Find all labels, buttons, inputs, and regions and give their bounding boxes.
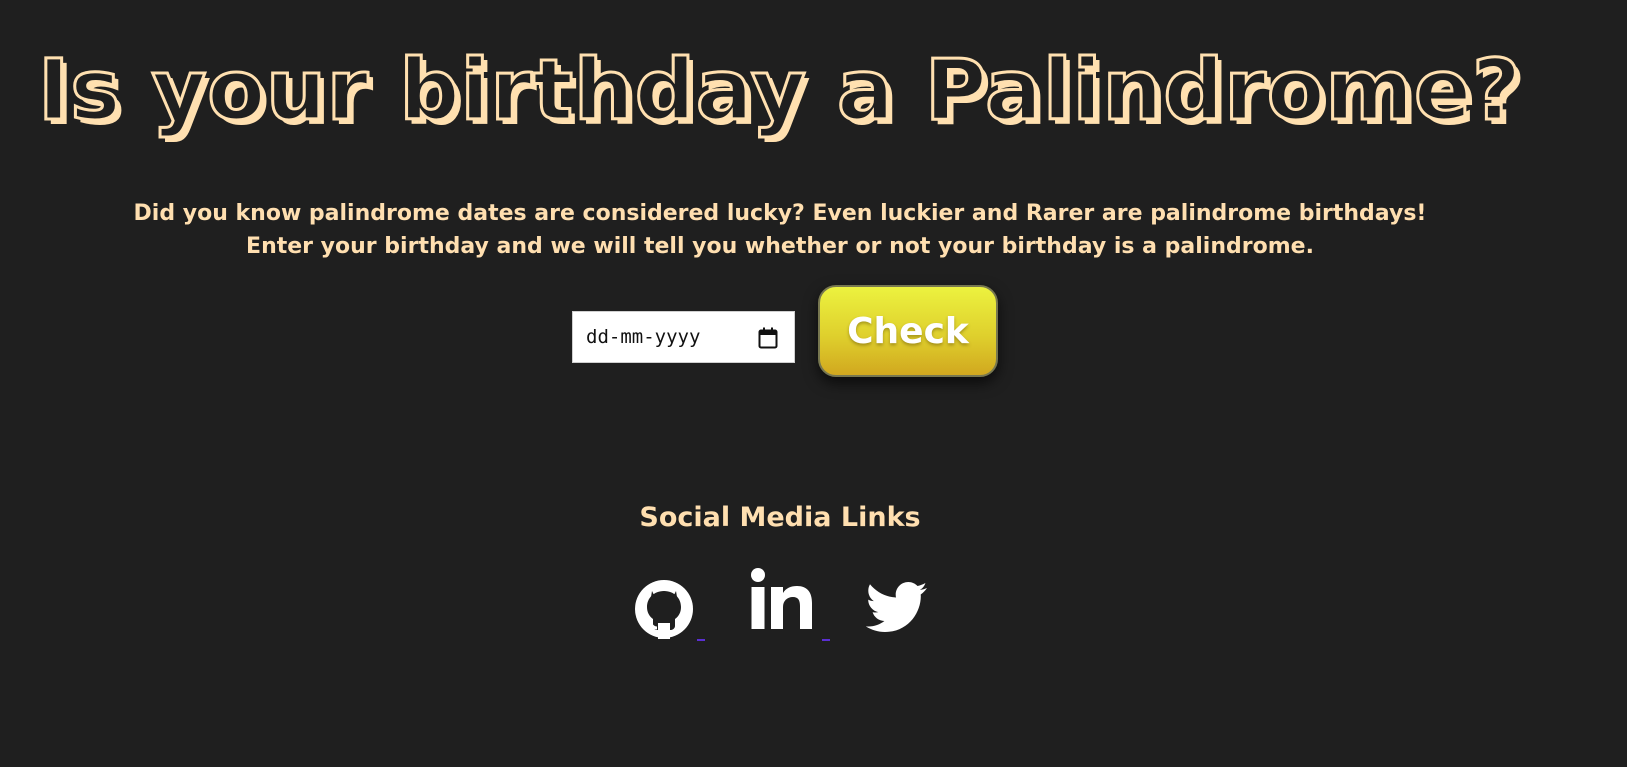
- check-button[interactable]: Check: [818, 285, 998, 377]
- page-title: Is your birthday a Palindrome?: [37, 41, 1523, 139]
- social-heading: Social Media Links: [639, 502, 921, 533]
- birthday-date-input[interactable]: dd-mm-yyyy: [572, 311, 795, 363]
- birthday-form: dd-mm-yyyy Check: [572, 285, 1012, 380]
- github-icon: [634, 579, 694, 643]
- linkedin-link-underline: [822, 639, 830, 641]
- github-link-underline: [697, 639, 705, 641]
- calendar-icon[interactable]: [758, 327, 778, 349]
- date-placeholder: dd-mm-yyyy: [586, 326, 701, 348]
- twitter-link[interactable]: [865, 582, 936, 642]
- github-link[interactable]: [634, 579, 705, 643]
- linkedin-icon: [750, 568, 814, 634]
- twitter-icon: [865, 582, 928, 638]
- linkedin-link[interactable]: [750, 568, 830, 643]
- intro-text: Did you know palindrome dates are consid…: [133, 201, 1427, 259]
- social-links: [630, 568, 940, 643]
